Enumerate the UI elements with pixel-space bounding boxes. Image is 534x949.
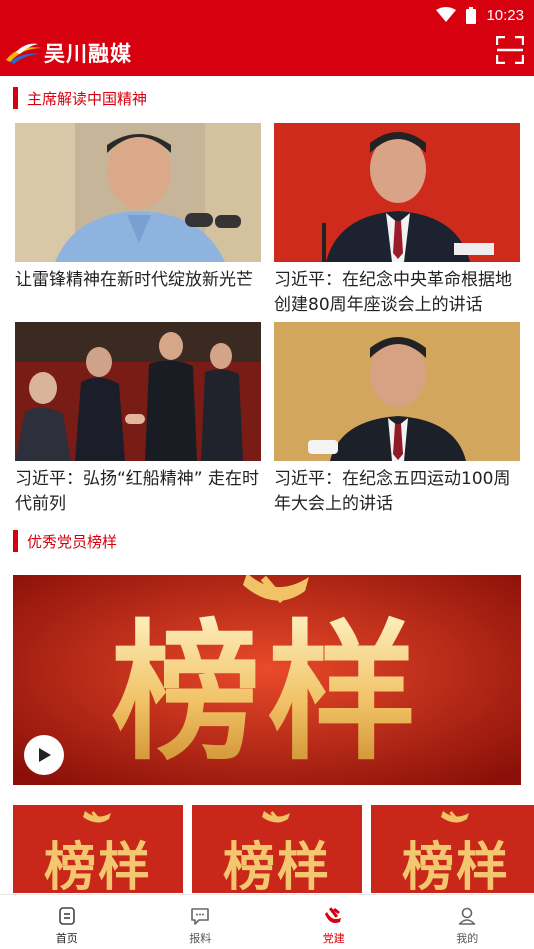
article-title: 习近平：在纪念五四运动100周年大会上的讲话 xyxy=(274,469,511,514)
scan-icon[interactable] xyxy=(496,36,524,64)
app-screen: 10:23 吴川融媒 主席解读中国精神 让雷锋精神在新时代绽放新光芒 习近平：在… xyxy=(0,0,534,949)
article-card[interactable]: 习近平：弘扬“红船精神” 走在时代前列 xyxy=(15,322,261,517)
status-bar: 10:23 xyxy=(436,5,524,25)
status-time: 10:23 xyxy=(486,6,524,24)
banner-text: 榜样 xyxy=(111,605,423,781)
nav-label: 党建 xyxy=(322,932,345,945)
app-header: 吴川融媒 xyxy=(0,30,534,72)
chat-icon xyxy=(191,908,210,925)
featured-video-banner[interactable]: 榜样 xyxy=(13,575,521,785)
article-title: 让雷锋精神在新时代绽放新光芒 xyxy=(15,270,253,290)
nav-label: 报料 xyxy=(189,932,212,945)
nav-label: 首页 xyxy=(55,932,78,945)
wifi-icon xyxy=(436,7,457,22)
article-photo xyxy=(15,322,261,461)
article-title: 习近平：在纪念中央革命根据地创建80周年座谈会上的讲话 xyxy=(274,270,512,315)
section-marker xyxy=(13,87,18,109)
party-emblem-icon xyxy=(324,907,341,923)
article-photo xyxy=(274,123,520,262)
role-model-card[interactable]: 榜样 xyxy=(13,805,183,893)
home-icon xyxy=(58,907,75,925)
nav-item-mine[interactable]: 我的 xyxy=(401,895,534,949)
card-text: 榜样 xyxy=(44,837,152,893)
article-card[interactable]: 习近平：在纪念五四运动100周年大会上的讲话 xyxy=(274,322,520,517)
role-model-card[interactable]: 榜样 xyxy=(371,805,534,893)
card-text: 榜样 xyxy=(223,837,331,893)
top-bar: 10:23 吴川融媒 xyxy=(0,0,534,76)
section-title-role-models: 优秀党员榜样 xyxy=(13,530,117,552)
section-title-spirit: 主席解读中国精神 xyxy=(13,87,147,109)
article-photo xyxy=(274,322,520,461)
nav-item-home[interactable]: 首页 xyxy=(0,895,134,949)
play-icon xyxy=(39,748,51,762)
nav-label: 我的 xyxy=(456,932,479,945)
user-icon xyxy=(458,907,476,925)
nav-item-report[interactable]: 报料 xyxy=(134,895,268,949)
app-title: 吴川融媒 xyxy=(44,42,132,66)
section-marker xyxy=(13,530,18,552)
article-card[interactable]: 让雷锋精神在新时代绽放新光芒 xyxy=(15,123,261,293)
play-button[interactable] xyxy=(24,735,64,775)
article-title: 习近平：弘扬“红船精神” 走在时代前列 xyxy=(15,469,260,514)
battery-icon xyxy=(466,6,477,24)
article-photo xyxy=(15,123,261,262)
card-text: 榜样 xyxy=(402,837,510,893)
article-card[interactable]: 习近平：在纪念中央革命根据地创建80周年座谈会上的讲话 xyxy=(274,123,520,318)
app-logo-icon xyxy=(6,43,42,64)
nav-item-party[interactable]: 党建 xyxy=(267,895,401,949)
section-title-text: 优秀党员榜样 xyxy=(27,532,118,551)
role-model-carousel[interactable]: 榜样 榜样 榜样 xyxy=(13,805,534,893)
section-title-text: 主席解读中国精神 xyxy=(27,89,148,108)
bottom-nav: 首页 报料 党建 我的 xyxy=(0,894,534,949)
role-model-card[interactable]: 榜样 xyxy=(192,805,362,893)
